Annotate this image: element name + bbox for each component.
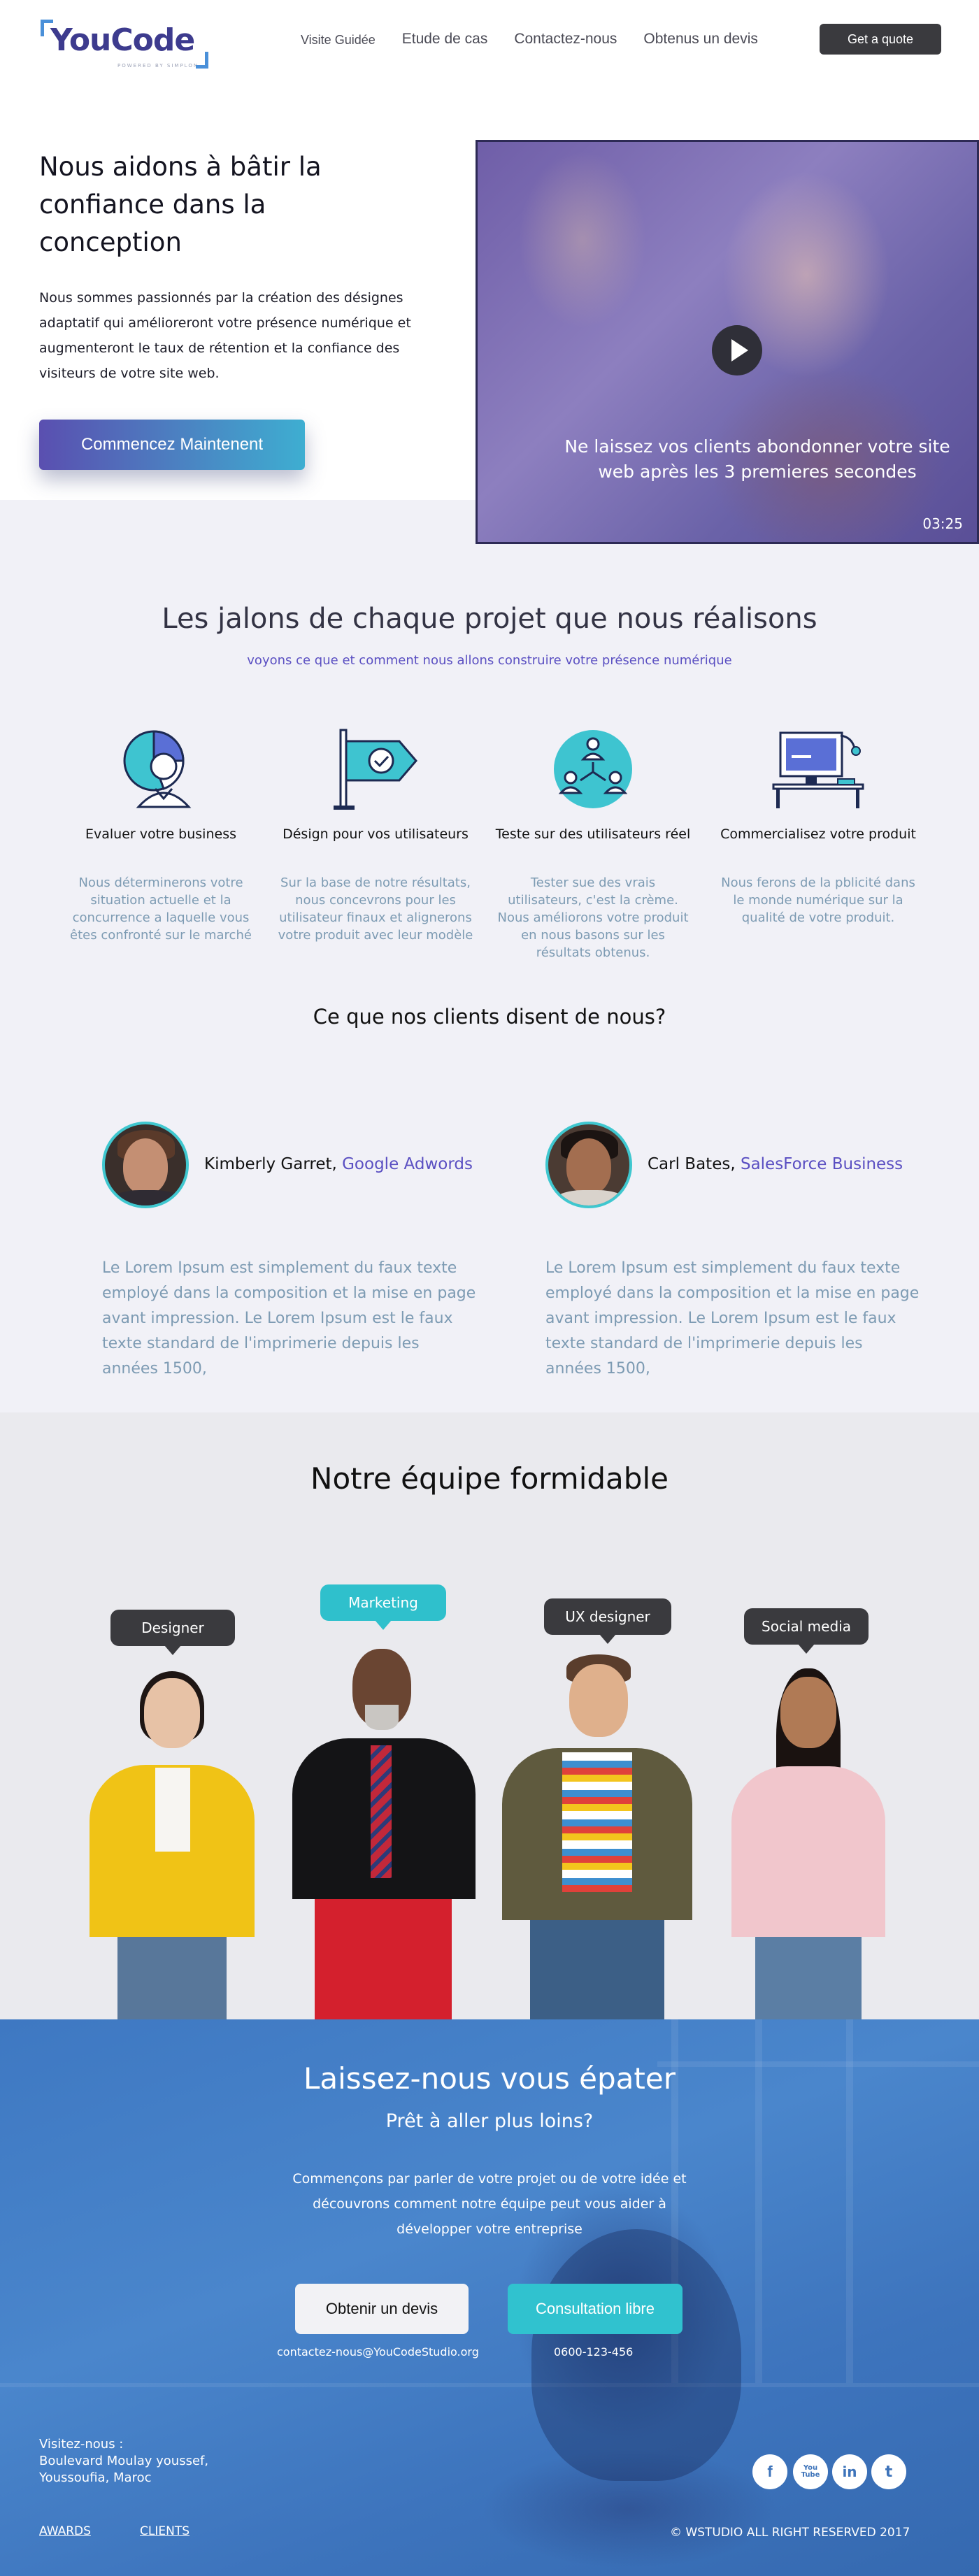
role-bubble-ux-designer: UX designer: [544, 1598, 671, 1644]
cta-title: Laissez-nous vous épater: [303, 2061, 676, 2096]
step-name: Evaluer votre business: [85, 827, 236, 842]
user-network-icon: [545, 727, 641, 811]
step-test: Teste sur des utilisateurs réel Tester s…: [488, 727, 698, 961]
testimonials-title: Ce que nos clients disent de nous?: [313, 1005, 666, 1029]
address-line-2: Youssoufia, Maroc: [39, 2470, 152, 2485]
logo[interactable]: YouCode POWERED BY SIMPLON: [41, 20, 208, 69]
cta-text: Commençons par parler de votre projet ou…: [292, 2171, 687, 2237]
testimonial-author: Carl Bates, SalesForce Business: [648, 1155, 903, 1173]
role-bubble-marketing: Marketing: [320, 1584, 446, 1630]
nav-contact[interactable]: Contactez-nous: [514, 31, 617, 48]
logo-tagline: POWERED BY SIMPLON: [117, 63, 199, 69]
milestones-title: Les jalons de chaque projet que nous réa…: [162, 603, 817, 635]
step-evaluate: Evaluer votre business Nous détermineron…: [56, 727, 266, 944]
testimonial-author: Kimberly Garret, Google Adwords: [204, 1155, 473, 1173]
copyright: © WSTUDIO ALL RIGHT RESERVED 2017: [670, 2526, 910, 2540]
step-description: Nous déterminerons votre situation actue…: [70, 875, 252, 943]
author-name: Kimberly Garret,: [204, 1155, 337, 1173]
testimonial-quote: Le Lorem Ipsum est simplement du faux te…: [102, 1259, 476, 1378]
milestones-subtitle: voyons ce que et comment nous allons con…: [247, 653, 732, 668]
step-name: Commercialisez votre produit: [720, 827, 916, 842]
hero-text: Nous sommes passionnés par la création d…: [39, 290, 411, 381]
footer-link-clients[interactable]: CLIENTS: [140, 2524, 190, 2538]
contact-email-link[interactable]: contactez-nous@YouCodeStudio.org: [277, 2345, 479, 2359]
footer-link-awards[interactable]: AWARDS: [39, 2524, 91, 2538]
author-company: SalesForce Business: [740, 1155, 903, 1173]
role-bubble-social-media: Social media: [744, 1608, 869, 1654]
desk-computer-icon: [771, 727, 866, 811]
avatar: [545, 1122, 632, 1208]
cta-section: [0, 2019, 979, 2576]
nav-visite-guidee[interactable]: Visite Guidée: [301, 33, 376, 48]
youtube-icon[interactable]: You Tube: [793, 2454, 828, 2489]
team-member-marketing: [292, 1643, 476, 2019]
hero-video[interactable]: Ne laissez vos clients abondonner votre …: [476, 140, 979, 544]
site-header: YouCode POWERED BY SIMPLON Visite Guidée…: [0, 0, 979, 84]
step-description: Nous ferons de la pblicité dans le monde…: [721, 875, 915, 925]
step-name: Teste sur des utilisateurs réel: [495, 827, 691, 842]
video-duration: 03:25: [922, 515, 963, 532]
testimonial-quote: Le Lorem Ipsum est simplement du faux te…: [545, 1259, 920, 1378]
cta-subtitle: Prêt à aller plus loins?: [385, 2110, 594, 2132]
nav-etude-de-cas[interactable]: Etude de cas: [402, 31, 488, 48]
testimonial-card: Kimberly Garret, Google Adwords Le Lorem…: [102, 1122, 476, 1378]
step-description: Sur la base de notre résultats, nous con…: [278, 875, 473, 943]
team-member-ux-designer: [502, 1654, 692, 2019]
team-member-social-media: [720, 1668, 895, 2019]
user-chart-icon: [113, 727, 208, 811]
start-now-button[interactable]: Commencez Maintenent: [39, 420, 305, 470]
team-member-designer: [80, 1671, 262, 2019]
get-estimate-button[interactable]: Obtenir un devis: [295, 2284, 469, 2334]
play-icon[interactable]: [712, 325, 762, 375]
flag-check-icon: [328, 727, 423, 811]
linkedin-icon[interactable]: in: [832, 2454, 867, 2489]
role-bubble-designer: Designer: [110, 1610, 235, 1655]
logo-text: YouCode: [50, 22, 195, 58]
author-company: Google Adwords: [342, 1155, 473, 1173]
step-market: Commercialisez votre produit Nous ferons…: [713, 727, 923, 926]
team-title: Notre équipe formidable: [310, 1461, 669, 1496]
hero-title: Nous aidons à bâtir la confiance dans la…: [39, 152, 322, 257]
step-name: Désign pour vos utilisateurs: [283, 827, 469, 842]
free-consultation-button[interactable]: Consultation libre: [508, 2284, 683, 2334]
step-design: Désign pour vos utilisateurs Sur la base…: [271, 727, 480, 944]
main-nav: Visite Guidée Etude de cas Contactez-nou…: [301, 31, 785, 48]
avatar: [102, 1122, 189, 1208]
nav-devis[interactable]: Obtenus un devis: [643, 31, 757, 48]
testimonial-card: Carl Bates, SalesForce Business Le Lorem…: [545, 1122, 919, 1378]
step-description: Tester sue des vrais utilisateurs, c'est…: [497, 875, 689, 960]
footer-address: Visitez-nous : Boulevard Moulay youssef,…: [39, 2436, 291, 2486]
get-quote-button[interactable]: Get a quote: [820, 24, 941, 55]
address-label: Visitez-nous :: [39, 2437, 124, 2452]
video-caption: Ne laissez vos clients abondonner votre …: [564, 436, 950, 482]
logo-bracket-bottom-right: [196, 52, 208, 69]
author-name: Carl Bates,: [648, 1155, 736, 1173]
facebook-icon[interactable]: f: [752, 2454, 787, 2489]
twitter-icon[interactable]: t: [871, 2454, 906, 2489]
address-line-1: Boulevard Moulay youssef,: [39, 2454, 209, 2468]
contact-phone-link[interactable]: 0600-123-456: [554, 2345, 633, 2359]
